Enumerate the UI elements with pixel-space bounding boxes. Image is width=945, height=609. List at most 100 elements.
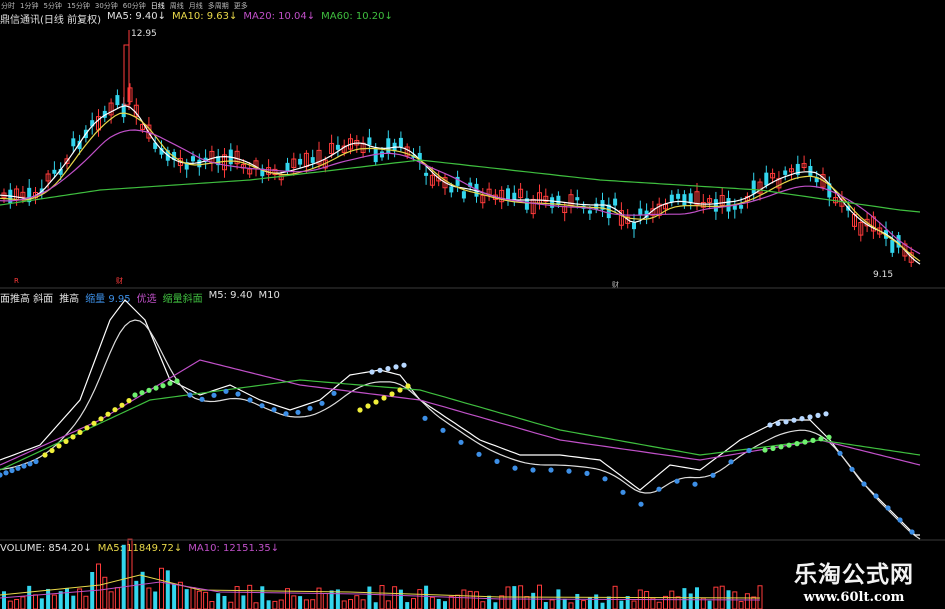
indicator-dot-green <box>802 439 808 445</box>
indicator-dot-blue <box>530 467 536 473</box>
candle-down <box>783 170 788 175</box>
volume-bar-up <box>303 599 309 609</box>
indicator-dot-blue <box>21 463 27 469</box>
volume-bar-up <box>285 588 290 609</box>
indicator-dot-lightblue <box>799 416 805 422</box>
indicator-dot-blue <box>620 489 626 495</box>
volume-bar-up <box>253 602 259 609</box>
indicator-dot-blue <box>9 467 15 474</box>
volume-bar-up <box>272 600 278 609</box>
indicator-dot-blue <box>692 481 698 487</box>
candle-down <box>890 239 895 253</box>
volume-bar-up <box>20 596 26 609</box>
volume-bar-up <box>341 600 347 609</box>
volume-bar-up <box>385 600 391 609</box>
candle-down <box>310 157 315 163</box>
volume-bar-up <box>738 601 744 609</box>
indicator-dot-yellow <box>119 402 125 408</box>
indicator-dot-yellow <box>389 391 395 397</box>
volume-bar-up <box>631 600 637 609</box>
candle-down <box>449 186 454 193</box>
volume-bar-up <box>429 596 435 609</box>
volume-bar-down <box>600 602 605 609</box>
volume-bar-down <box>562 598 567 609</box>
volume-bar-up <box>102 576 108 609</box>
volume-bar-up <box>348 599 353 609</box>
volume-bar-down <box>65 587 69 609</box>
candle-down <box>398 137 403 148</box>
candle-down <box>386 138 391 154</box>
indicator-dot-blue <box>728 459 734 465</box>
indicator-dot-blue <box>440 427 446 433</box>
volume-bar-up <box>644 591 650 609</box>
indicator-dot-green <box>139 390 145 396</box>
watermark: 乐淘公式网 www.60lt.com <box>763 552 945 609</box>
candle-down <box>808 165 813 176</box>
volume-bar-up <box>33 594 38 609</box>
candle-down <box>335 144 340 150</box>
volume-bar-up <box>228 601 234 609</box>
indicator-dot-lightblue <box>823 411 829 417</box>
indicator-dot-blue <box>235 391 241 397</box>
indicator-dot-blue <box>837 450 843 456</box>
indicator-dot-lightblue <box>815 412 821 418</box>
indicator-line-d <box>0 379 921 471</box>
indicator-dot-blue <box>27 461 33 467</box>
candle-down <box>71 138 76 147</box>
indicator-dot-green <box>167 380 173 386</box>
volume-bar-up <box>146 587 152 609</box>
candle-down <box>373 148 378 163</box>
volume-bar-down <box>682 588 687 609</box>
volume-bar-up <box>675 596 681 609</box>
volume-bar-up <box>127 538 133 609</box>
volume-bar-down <box>594 594 599 609</box>
indicator-dot-blue <box>458 439 464 445</box>
price-pane <box>0 30 921 267</box>
indicator-dot-green <box>174 378 180 384</box>
volume-bar-up <box>354 595 360 609</box>
indicator-dot-yellow <box>42 452 48 458</box>
indicator-dot-blue <box>861 481 867 487</box>
stock-chart-canvas[interactable]: 12.95 9.15 R 财 财 <box>0 0 945 609</box>
candle-down <box>461 191 466 199</box>
indicator-dot-yellow <box>112 407 118 413</box>
candle-down <box>682 194 687 206</box>
volume-bar-up <box>467 590 473 609</box>
indicator-dot-lightblue <box>377 367 383 373</box>
indicator-dot-yellow <box>373 399 379 405</box>
volume-bar-up <box>203 591 209 609</box>
volume-bar-up <box>14 598 20 609</box>
indicator-dot-blue <box>15 465 21 471</box>
volume-bar-up <box>360 599 366 609</box>
indicator-dot-blue <box>656 486 662 492</box>
indicator-dot-blue <box>307 405 313 411</box>
volume-pane <box>0 538 763 609</box>
indicator-dot-yellow <box>70 434 76 440</box>
volume-bar-down <box>153 591 158 609</box>
volume-bar-down <box>625 596 630 609</box>
indicator-dot-blue <box>223 388 229 394</box>
watermark-url: www.60lt.com <box>803 590 905 605</box>
indicator-dot-lightblue <box>393 364 399 370</box>
volume-bar-down <box>216 593 221 609</box>
volume-bar-down <box>543 602 548 609</box>
volume-bar-up <box>581 600 587 609</box>
volume-bar-up <box>757 585 763 609</box>
volume-bar-up <box>114 587 120 609</box>
indicator-dot-green <box>146 387 152 393</box>
indicator-dot-lightblue <box>369 369 375 375</box>
candle-down <box>669 194 674 203</box>
indicator-dot-blue <box>476 451 482 457</box>
candle-down <box>751 180 756 194</box>
volume-bar-up <box>499 595 505 609</box>
volume-bar-down <box>606 596 611 609</box>
indicator-dot-yellow <box>126 398 132 404</box>
watermark-logo: 乐淘公式网 <box>794 561 914 588</box>
volume-bar-down <box>487 595 492 609</box>
indicator-dot-blue <box>885 505 891 511</box>
indicator-dot-blue <box>295 409 301 415</box>
indicator-line-b <box>0 319 921 540</box>
indicator-dot-blue <box>909 529 915 535</box>
candle-down <box>115 95 120 106</box>
volume-bar-up <box>234 586 240 609</box>
